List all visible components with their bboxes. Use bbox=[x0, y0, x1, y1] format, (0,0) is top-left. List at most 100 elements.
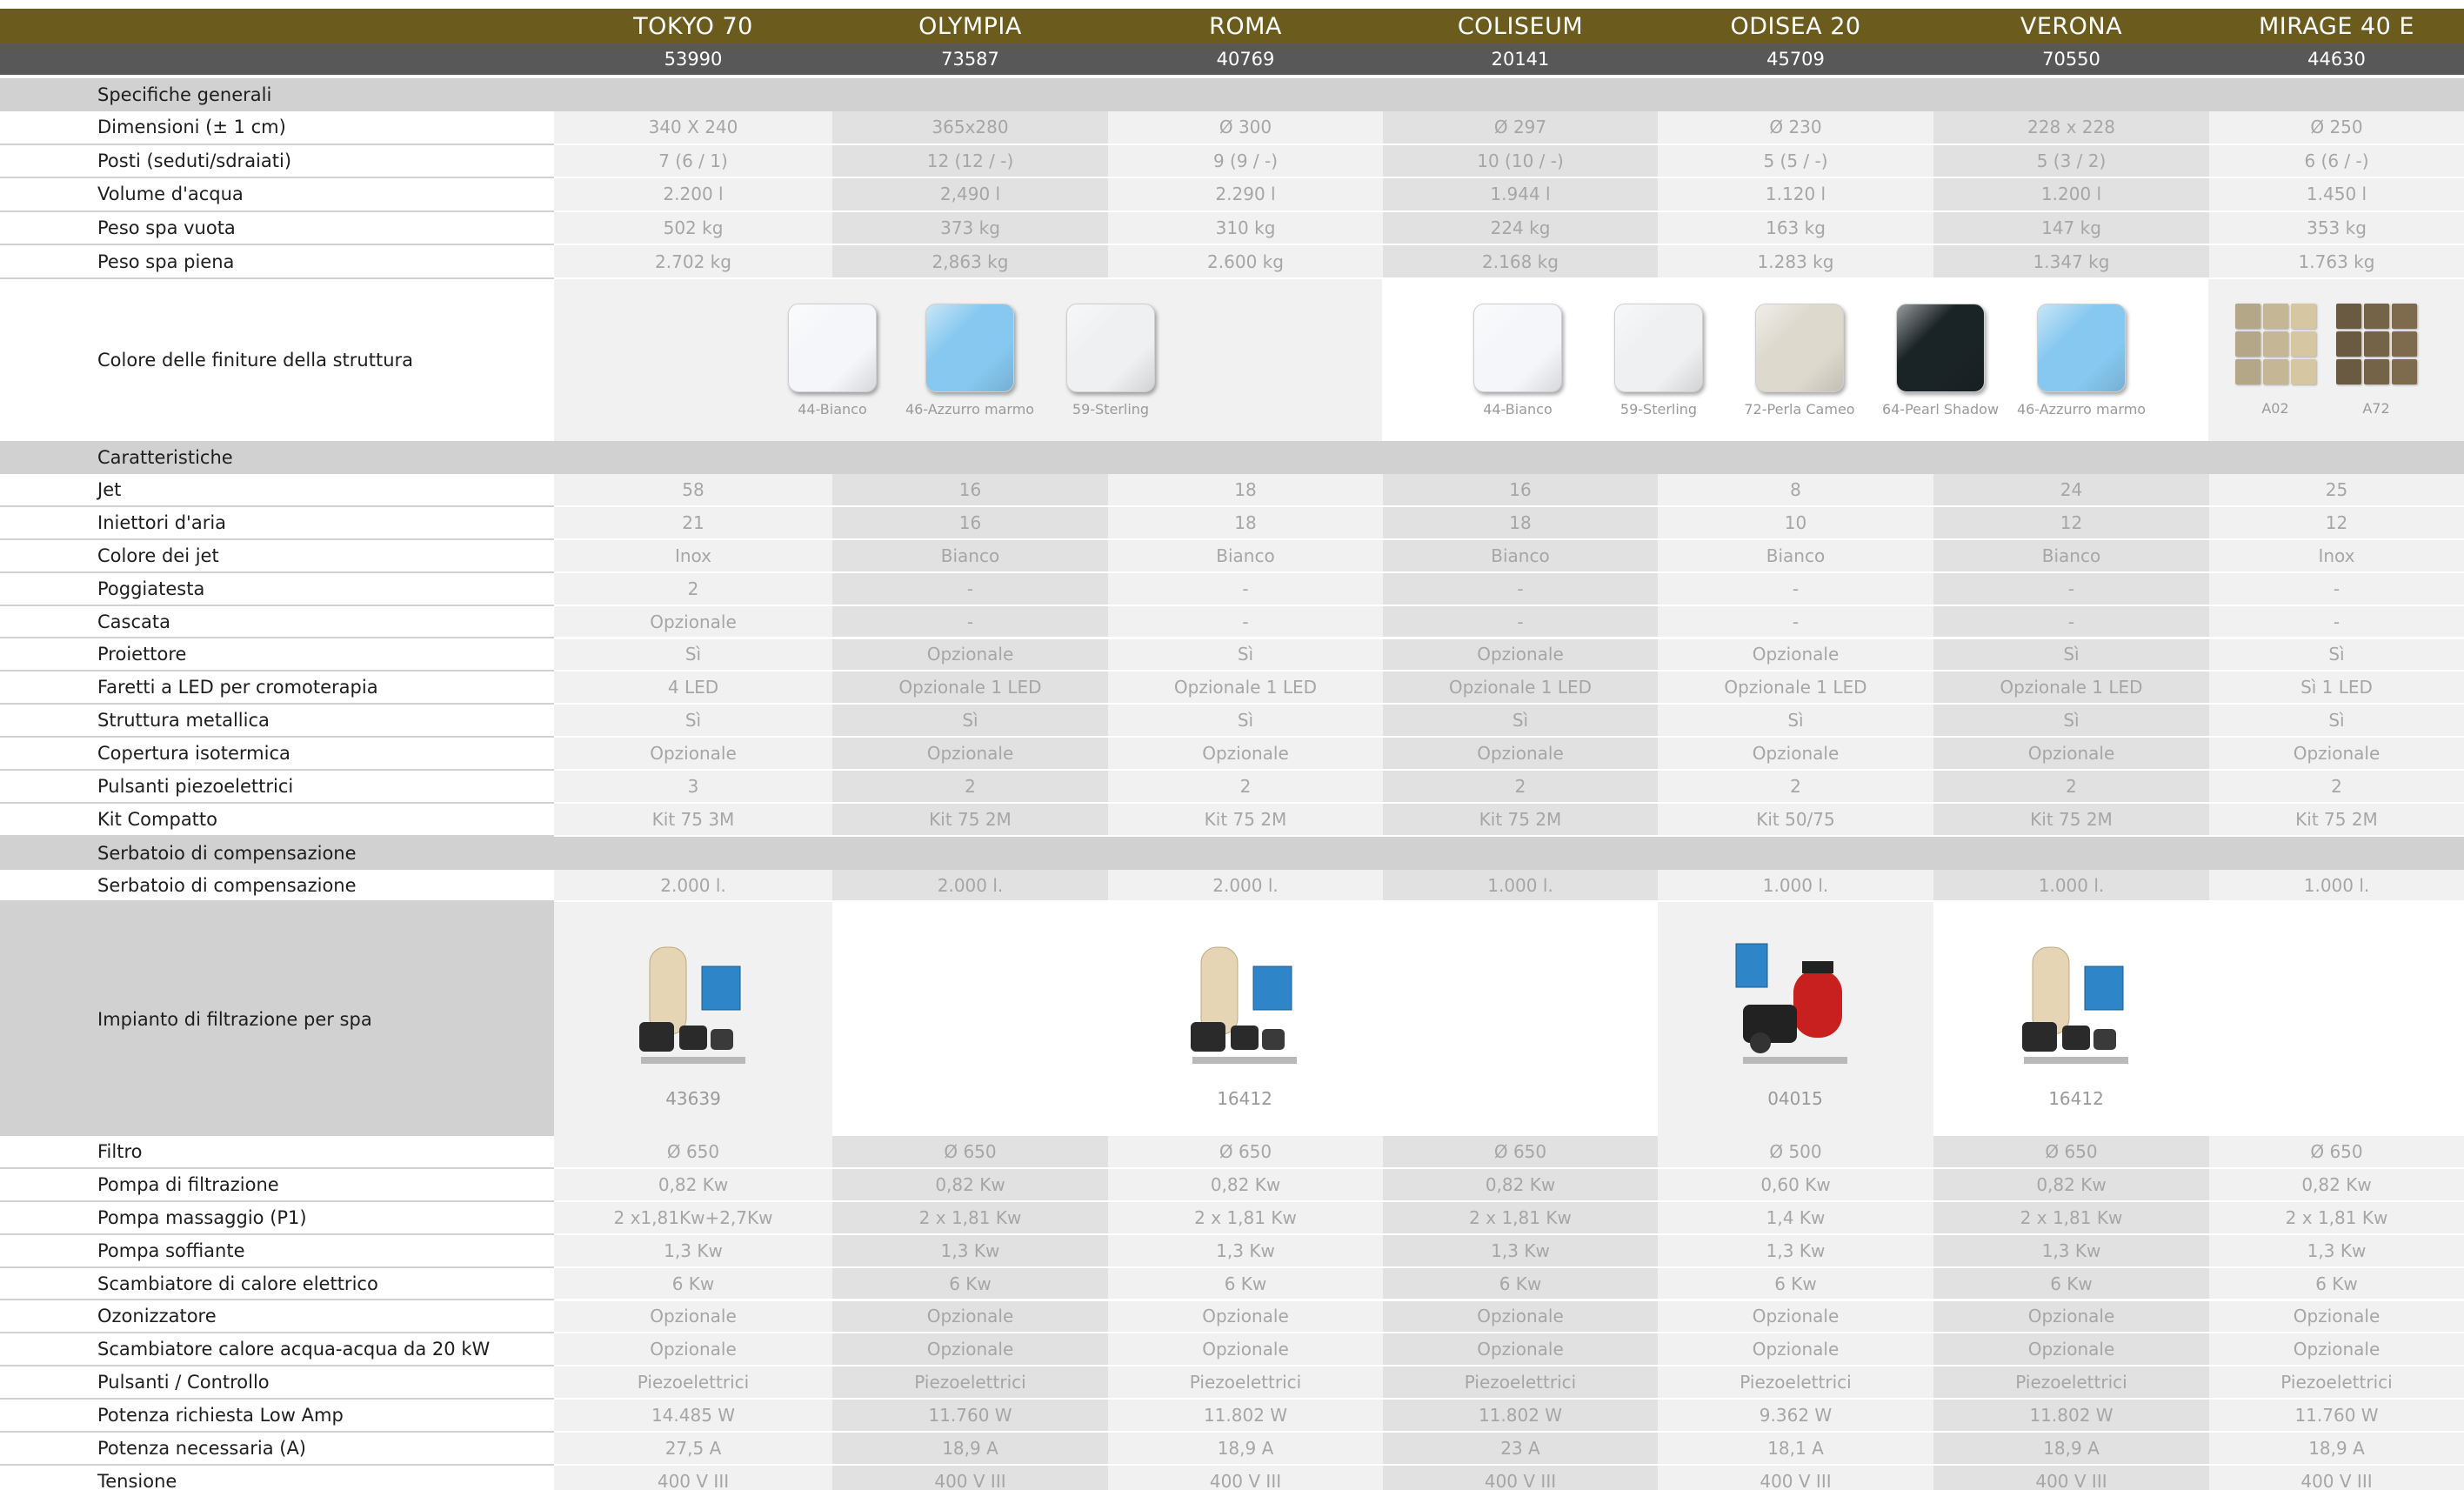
swatch-caption: 46-Azzurro marmo bbox=[905, 401, 1035, 418]
spec-value-mirage-40-e: Ø 650 bbox=[2209, 1136, 2464, 1169]
spec-value-roma: 9 (9 / -) bbox=[1108, 144, 1383, 179]
spec-value-coliseum: 224 kg bbox=[1383, 211, 1658, 246]
model-name-tokyo-70: TOKYO 70 bbox=[633, 12, 753, 40]
spec-value-olympia: Piezoelettrici bbox=[832, 1366, 1108, 1400]
spec-value-mirage-40-e: 18,9 A bbox=[2209, 1433, 2464, 1466]
spec-row: Ozonizzatore Opzionale Opzionale Opzionale O… bbox=[0, 1300, 2464, 1334]
finishes-panel-3: A02 A72 bbox=[2208, 279, 2464, 441]
mosaic-tile bbox=[2391, 304, 2417, 329]
spec-value-tokyo-70: Opzionale bbox=[554, 738, 832, 772]
spec-value-roma: 2.290 l bbox=[1108, 178, 1383, 212]
spec-label: Serbatoio di compensazione bbox=[0, 870, 554, 902]
spec-value-verona: 2 bbox=[1933, 771, 2209, 804]
model-name-odisea-20: ODISEA 20 bbox=[1730, 12, 1861, 40]
spec-value-tokyo-70: Sì bbox=[554, 638, 832, 672]
spec-value-coliseum: 0,82 Kw bbox=[1383, 1168, 1658, 1202]
model-name-verona: VERONA bbox=[2020, 12, 2123, 40]
model-name-mirage-40-e: MIRAGE 40 E bbox=[2259, 12, 2414, 40]
spec-value-verona: Opzionale bbox=[1933, 1300, 2209, 1334]
spec-value-odisea-20: Ø 500 bbox=[1658, 1136, 1933, 1169]
spec-label: Dimensioni (± 1 cm) bbox=[0, 111, 554, 145]
model-code-olympia: 73587 bbox=[941, 49, 999, 70]
swatch-caption: 64-Pearl Shadow bbox=[1881, 401, 2000, 418]
spec-label: Tensione bbox=[0, 1466, 554, 1490]
swatch-color bbox=[788, 304, 877, 392]
mosaic-tile bbox=[2234, 331, 2260, 357]
spec-value-roma: 18,9 A bbox=[1108, 1433, 1383, 1466]
sand-filter-pump-icon bbox=[1191, 946, 1297, 1064]
mosaic-tile bbox=[2290, 331, 2316, 357]
spec-row: Pompa massaggio (P1) 2 x1,81Kw+2,7Kw 2 x 1… bbox=[0, 1201, 2464, 1235]
spec-value-verona: 1.347 kg bbox=[1933, 245, 2209, 279]
spec-value-roma: 18 bbox=[1108, 506, 1383, 540]
mosaic-tile bbox=[2391, 331, 2417, 357]
spec-value-verona: 6 Kw bbox=[1933, 1267, 2209, 1301]
spec-value-coliseum: 11.802 W bbox=[1383, 1400, 1658, 1433]
spec-value-odisea-20: Opzionale bbox=[1658, 738, 1933, 772]
spec-label: Poggiatesta bbox=[0, 573, 554, 606]
spec-row: Cascata Opzionale - - - - - - bbox=[0, 605, 2464, 639]
swatch-caption: 59-Sterling bbox=[1619, 401, 1698, 418]
spec-value-olympia: Sì bbox=[832, 705, 1108, 738]
model-code-header: 53990 73587 40769 20141 45709 70550 44630 bbox=[0, 43, 2464, 75]
spec-value-roma: 6 Kw bbox=[1108, 1267, 1383, 1301]
spec-value-olympia: 0,82 Kw bbox=[832, 1168, 1108, 1202]
spec-value-roma: 1,3 Kw bbox=[1108, 1234, 1383, 1268]
filtration-panel-4: 16412 bbox=[1933, 902, 2464, 1136]
spec-value-odisea-20: Kit 50/75 bbox=[1658, 804, 1933, 837]
spec-value-verona: - bbox=[1933, 572, 2209, 606]
spec-value-mirage-40-e: 6 Kw bbox=[2209, 1267, 2464, 1301]
spec-row: Proiettore Sì Opzionale Sì Opzionale Opzional… bbox=[0, 638, 2464, 672]
swatch-caption: 44-Bianco bbox=[798, 401, 867, 418]
spec-value-olympia: Opzionale bbox=[832, 638, 1108, 672]
spec-value-olympia: 11.760 W bbox=[832, 1400, 1108, 1433]
spec-value-tokyo-70: Opzionale bbox=[554, 1333, 832, 1367]
filtration-unit: 16412 bbox=[2007, 935, 2146, 1109]
swatch-color bbox=[1066, 304, 1155, 392]
spec-value-tokyo-70: 58 bbox=[554, 474, 832, 507]
spec-value-coliseum: Opzionale bbox=[1383, 1333, 1658, 1367]
mosaic-tile bbox=[2290, 359, 2316, 384]
swatch-color bbox=[1473, 304, 1562, 392]
spec-value-coliseum: - bbox=[1383, 605, 1658, 639]
spec-value-mirage-40-e: Opzionale bbox=[2209, 1300, 2464, 1334]
model-name-roma: ROMA bbox=[1209, 12, 1282, 40]
spec-label: Filtro bbox=[0, 1136, 554, 1169]
spec-label: Colore dei jet bbox=[0, 540, 554, 573]
spec-value-coliseum: Opzionale bbox=[1383, 1300, 1658, 1334]
spec-value-tokyo-70: 2.200 l bbox=[554, 178, 832, 212]
spec-value-coliseum: - bbox=[1383, 572, 1658, 606]
spec-value-odisea-20: 400 V III bbox=[1658, 1466, 1933, 1490]
finish-swatch-44-bianco: 44-Bianco bbox=[1452, 304, 1583, 418]
spec-row: Dimensioni (± 1 cm) 340 X 240 365x280 Ø 300… bbox=[0, 111, 2464, 145]
spec-value-coliseum: Ø 297 bbox=[1383, 111, 1658, 145]
swatch-color bbox=[925, 304, 1014, 392]
spec-value-odisea-20: 0,60 Kw bbox=[1658, 1168, 1933, 1202]
tile-mosaic bbox=[2335, 304, 2417, 384]
tile-mosaic bbox=[2234, 304, 2316, 384]
spec-value-odisea-20: - bbox=[1658, 572, 1933, 606]
spec-value-coliseum: 10 (10 / -) bbox=[1383, 144, 1658, 179]
spec-value-coliseum: Piezoelettrici bbox=[1383, 1366, 1658, 1400]
finish-swatch-46-azzurro-marmo: 46-Azzurro marmo bbox=[905, 304, 1035, 418]
spec-value-coliseum: 2 x 1,81 Kw bbox=[1383, 1201, 1658, 1235]
section-tank: Serbatoio di compensazione bbox=[0, 837, 2464, 870]
mosaic-tile bbox=[2363, 359, 2389, 384]
spec-value-verona: 1,3 Kw bbox=[1933, 1234, 2209, 1268]
model-code-roma: 40769 bbox=[1216, 49, 1275, 70]
filtration-panel-3: 04015 bbox=[1658, 902, 1933, 1136]
spec-value-verona: 228 x 228 bbox=[1933, 111, 2209, 145]
spec-value-mirage-40-e: 25 bbox=[2209, 474, 2464, 507]
spec-value-roma: 0,82 Kw bbox=[1108, 1168, 1383, 1202]
spec-value-verona: 12 bbox=[1933, 506, 2209, 540]
swatch-caption: 44-Bianco bbox=[1483, 401, 1553, 418]
spec-label: Ozonizzatore bbox=[0, 1301, 554, 1334]
spec-value-verona: 5 (3 / 2) bbox=[1933, 144, 2209, 179]
spec-value-coliseum: 2 bbox=[1383, 771, 1658, 804]
spec-row: Peso spa piena 2.702 kg 2,863 kg 2.600 kg 2.… bbox=[0, 245, 2464, 279]
spec-value-roma: 310 kg bbox=[1108, 211, 1383, 246]
section-general: Specifiche generali bbox=[0, 78, 2464, 111]
spec-value-mirage-40-e: 1.450 l bbox=[2209, 178, 2464, 212]
spec-value-tokyo-70: Kit 75 3M bbox=[554, 804, 832, 837]
spec-value-odisea-20: 1,3 Kw bbox=[1658, 1234, 1933, 1268]
